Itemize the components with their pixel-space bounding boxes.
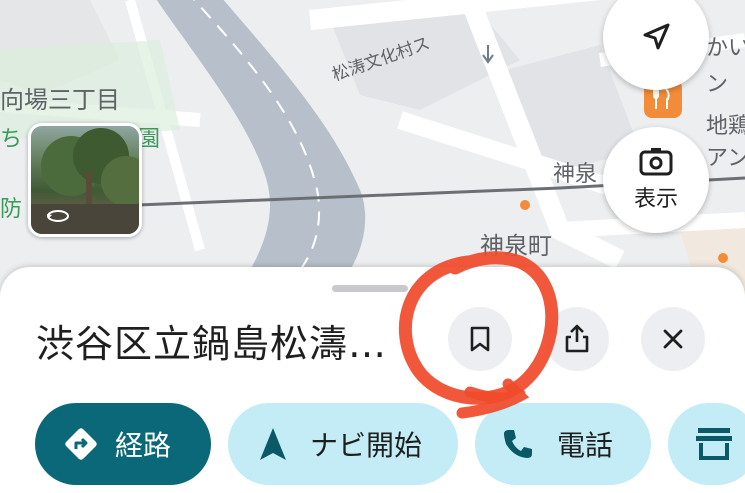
call-label: 電話 — [557, 429, 614, 462]
street-view-rotate-icon — [47, 210, 69, 222]
park-label-start: ち — [0, 127, 23, 152]
directions-button[interactable]: 経路 — [35, 403, 211, 485]
area-label: 向場三丁目 — [0, 86, 120, 114]
navigation-arrow-icon — [643, 23, 670, 50]
directions-label: 経路 — [115, 429, 172, 462]
street-view-thumbnail[interactable] — [28, 123, 142, 237]
navigate-arrow-icon — [258, 426, 288, 462]
call-button[interactable]: 電話 — [475, 403, 651, 485]
save-button[interactable] — [448, 307, 512, 371]
poi-label-4: アン — [706, 146, 745, 171]
share-icon — [565, 324, 589, 353]
poi-label-2: ン — [706, 72, 729, 97]
station-label: 神泉 — [553, 162, 598, 187]
place-title: 渋谷区立鍋島松濤… — [36, 322, 388, 366]
town-label: 神泉町 — [480, 232, 552, 260]
bookmark-icon — [470, 326, 490, 352]
directions-icon — [61, 424, 101, 464]
navigate-button[interactable]: ナビ開始 — [228, 403, 458, 485]
poi-dot-2[interactable] — [718, 253, 728, 263]
poi-label: かい — [706, 36, 745, 61]
show-label: 表示 — [633, 187, 678, 212]
share-button[interactable] — [545, 307, 609, 371]
lens-show-button[interactable]: 表示 — [603, 127, 709, 233]
sheet-drag-handle[interactable] — [332, 285, 408, 292]
poi-dot[interactable] — [520, 200, 530, 210]
phone-icon — [501, 427, 535, 461]
close-icon — [663, 329, 683, 349]
lens-camera-icon — [639, 148, 673, 176]
store-icon — [694, 426, 734, 462]
park-label-fragment: 防 — [0, 197, 23, 222]
close-button[interactable] — [641, 307, 705, 371]
store-button[interactable] — [668, 403, 745, 485]
poi-label-3: 地鶏 — [706, 114, 745, 139]
navigate-label: ナビ開始 — [310, 429, 423, 462]
place-sheet: 渋谷区立鍋島松濤… 経路 ナビ開始 電話 — [0, 267, 745, 493]
